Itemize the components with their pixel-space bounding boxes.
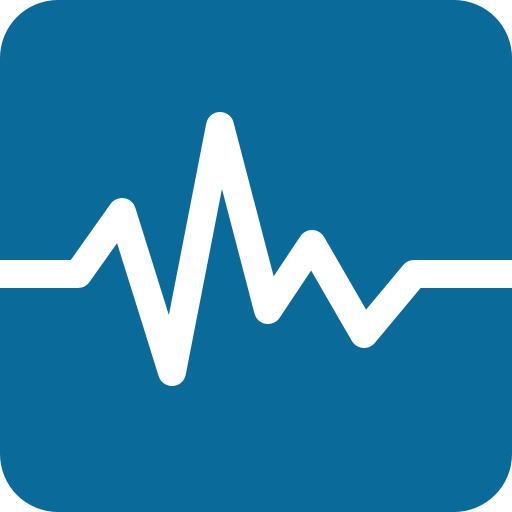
pulse-waveform-icon — [0, 0, 512, 512]
app-icon[interactable] — [0, 0, 512, 512]
